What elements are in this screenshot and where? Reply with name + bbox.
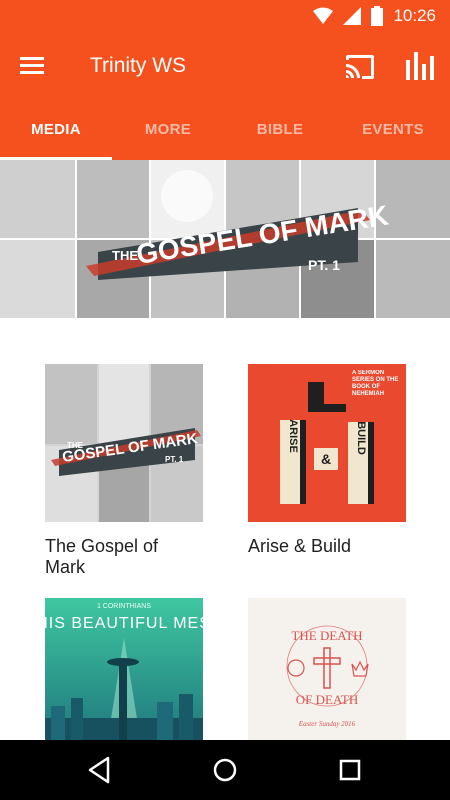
card-art-arise: ARISE <box>287 419 299 453</box>
card-art-title-top: THE DEATH <box>291 628 362 643</box>
media-thumbnail: A SERMON SERIES ON THE BOOK OF NEHEMIAH … <box>248 364 406 522</box>
status-icons: 10:26 <box>313 6 436 26</box>
cast-icon[interactable] <box>344 54 376 80</box>
media-thumbnail: THE GOSPEL OF MARK PT. 1 <box>45 364 203 522</box>
screen: 10:26 Trinity WS MEDIA MORE BIBLE EVENTS <box>0 0 450 800</box>
card-art-book: 1 CORINTHIANS <box>97 603 151 610</box>
status-time: 10:26 <box>393 6 436 25</box>
card-art-title-bottom: OF DEATH <box>296 692 358 707</box>
tab-bible[interactable]: BIBLE <box>224 100 336 160</box>
system-nav-bar <box>0 740 450 800</box>
app-bar: Trinity WS <box>0 32 450 100</box>
hero-banner[interactable]: THE GOSPEL OF MARK PT. 1 <box>0 160 450 318</box>
media-item-arise-build[interactable]: A SERMON SERIES ON THE BOOK OF NEHEMIAH … <box>248 364 406 557</box>
back-icon[interactable] <box>84 754 116 786</box>
media-thumbnail: 1 CORINTHIANS THIS BEAUTIFUL MESS <box>45 598 203 756</box>
tab-media[interactable]: MEDIA <box>0 100 112 160</box>
menu-icon[interactable] <box>20 54 50 78</box>
status-bar: 10:26 <box>0 0 450 32</box>
media-item-gospel-of-mark[interactable]: THE GOSPEL OF MARK PT. 1 The Gospel of M… <box>45 364 203 578</box>
media-item-title: The Gospel of Mark <box>45 536 159 577</box>
card-art-subtitle: A SERMON SERIES ON THE BOOK OF NEHEMIAH <box>352 370 399 397</box>
stats-icon[interactable] <box>406 52 434 80</box>
app-title: Trinity WS <box>90 54 187 77</box>
card-art-part: PT. 1 <box>165 455 184 464</box>
signal-icon <box>343 7 362 25</box>
media-item-title: Arise & Build <box>248 536 352 556</box>
card-art-amp: & <box>321 451 331 467</box>
hero-text-part: PT. 1 <box>308 257 340 273</box>
tab-more[interactable]: MORE <box>112 100 224 160</box>
recents-icon[interactable] <box>334 754 366 786</box>
hero-text-the: THE <box>112 248 138 263</box>
hero-artwork: THE GOSPEL OF MARK PT. 1 <box>0 160 450 318</box>
tab-bar: MEDIA MORE BIBLE EVENTS <box>0 100 450 160</box>
home-icon[interactable] <box>209 754 241 786</box>
wifi-icon <box>313 7 334 24</box>
battery-icon <box>371 6 384 26</box>
media-thumbnail: THE DEATH OF DEATH Easter Sunday 2016 <box>248 598 406 756</box>
tab-events[interactable]: EVENTS <box>336 100 450 160</box>
card-art-footer: Easter Sunday 2016 <box>298 720 356 728</box>
card-art-series: THIS BEAUTIFUL MESS <box>45 615 203 632</box>
card-art-build: BUILD <box>355 421 367 455</box>
